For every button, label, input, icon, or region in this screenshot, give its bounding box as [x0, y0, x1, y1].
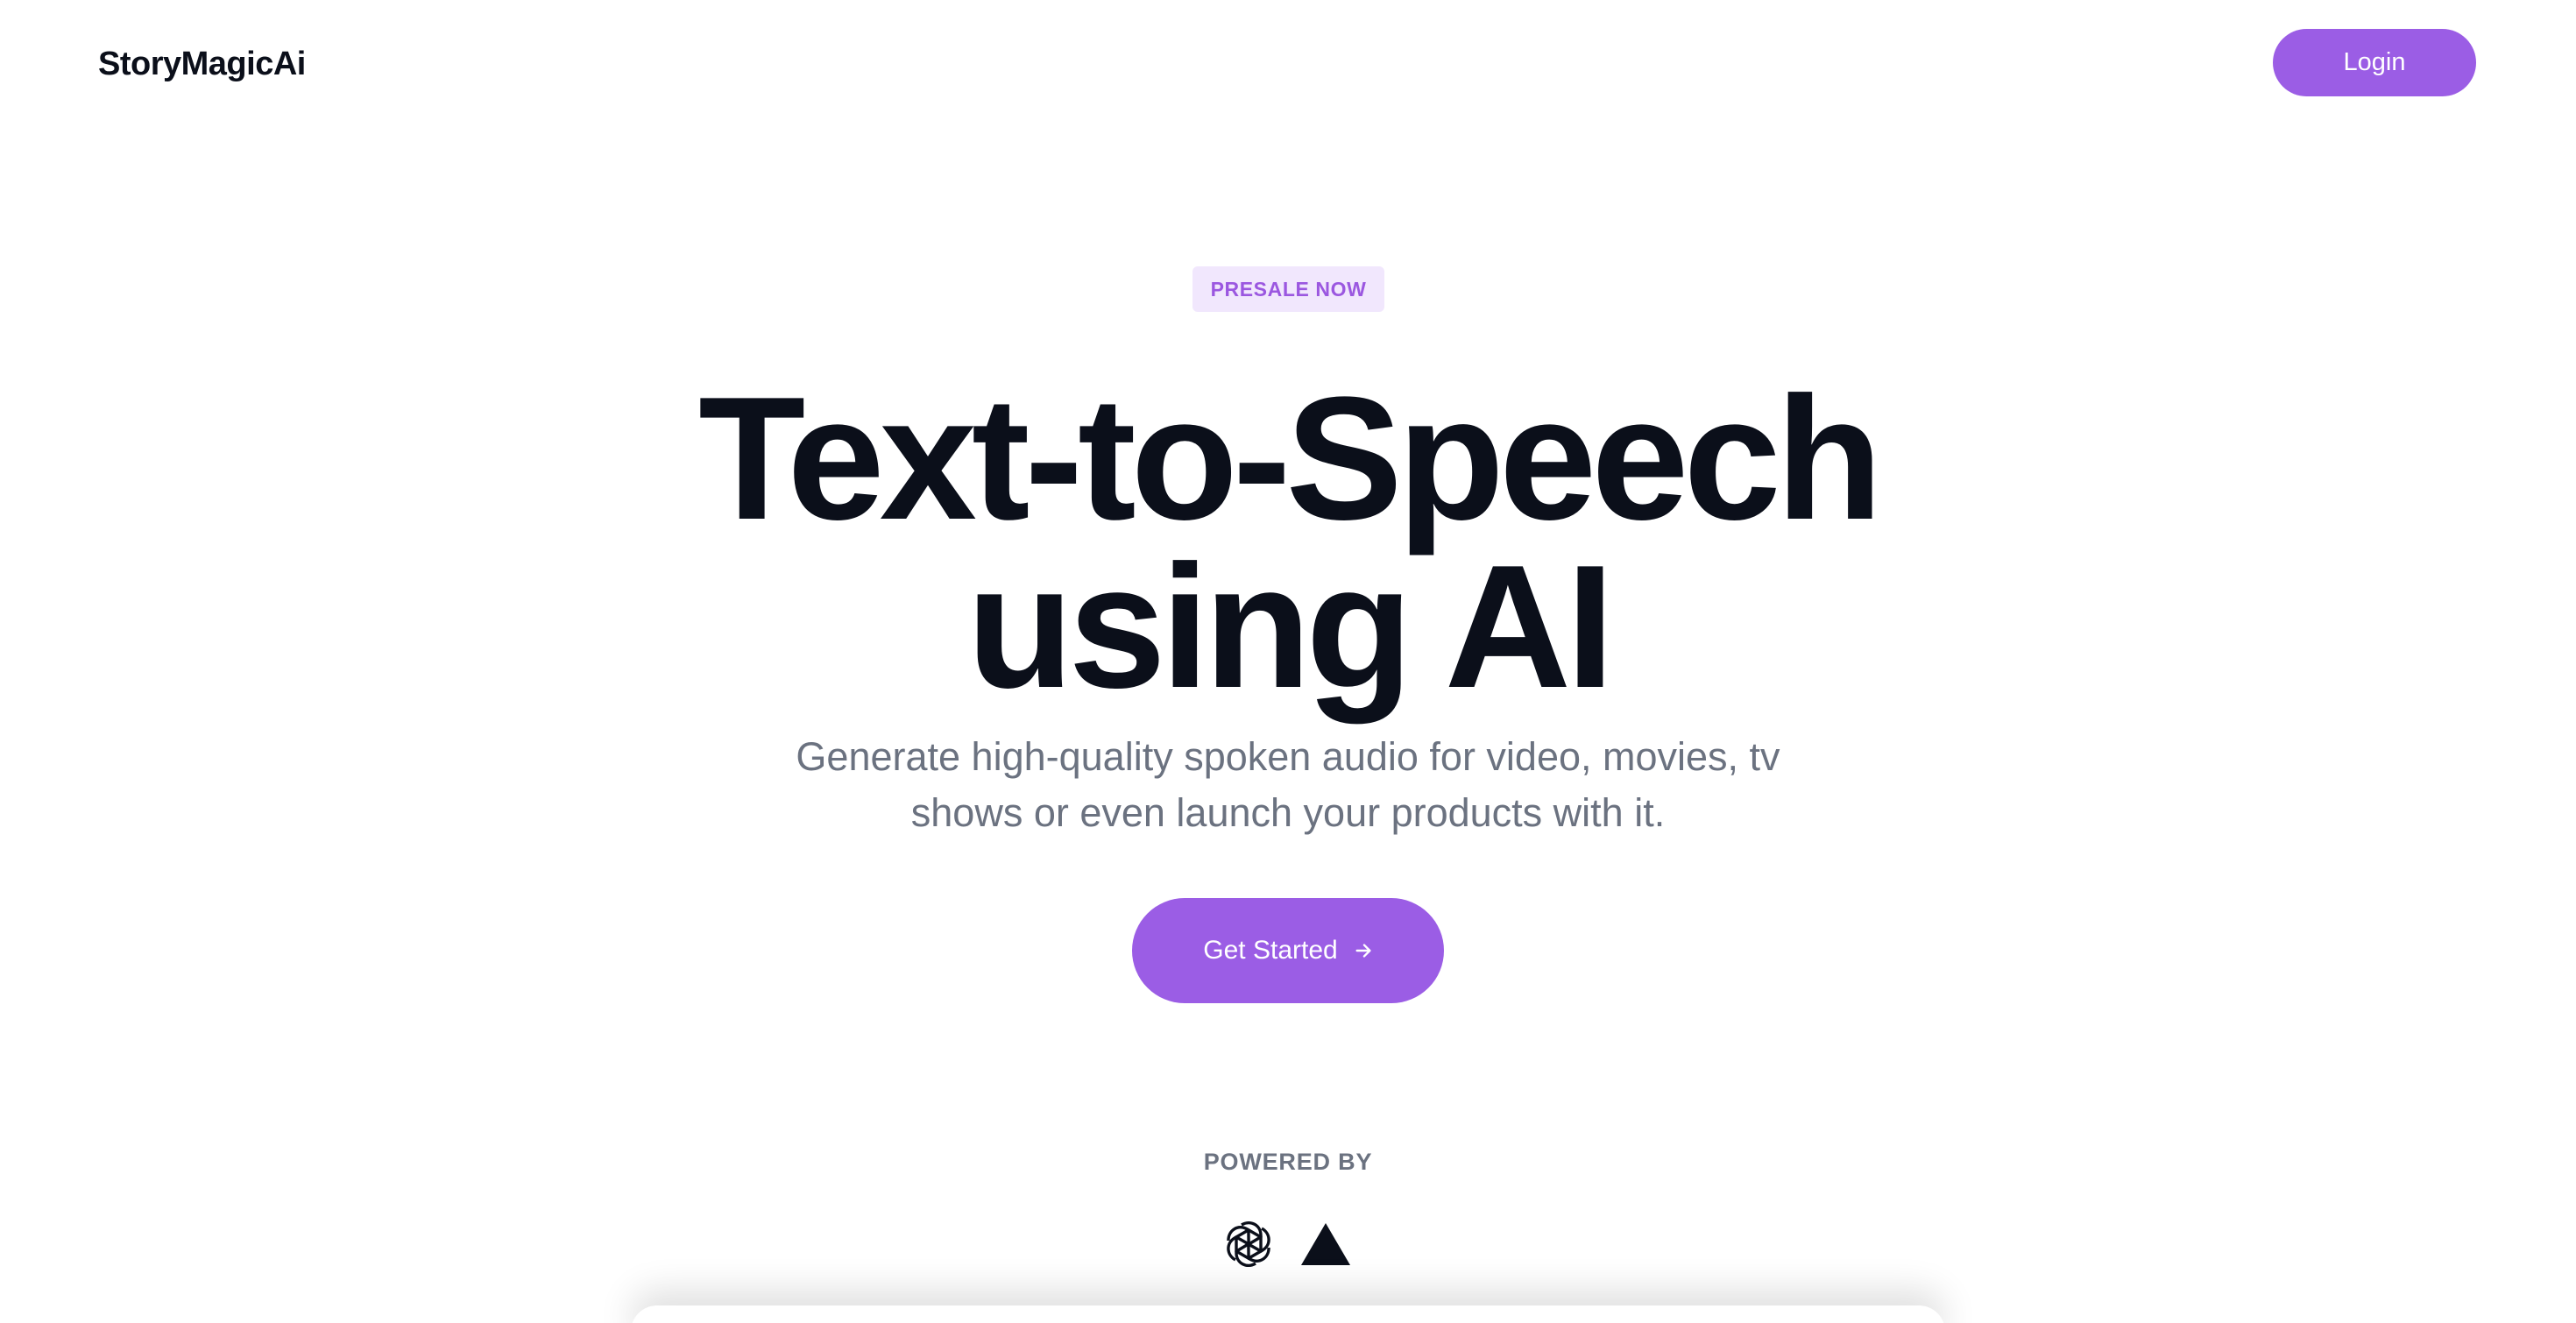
login-button[interactable]: Login — [2273, 29, 2476, 96]
get-started-label: Get Started — [1203, 936, 1338, 965]
hero-subtitle: Generate high-quality spoken audio for v… — [718, 729, 1858, 841]
hero-headline-line-1: Text-to-Speech — [698, 361, 1883, 556]
vercel-logo-icon — [1301, 1223, 1350, 1265]
powered-by-label: POWERED BY — [1203, 1149, 1373, 1175]
hero-headline-line-2: using AI — [966, 529, 1614, 725]
arrow-right-icon — [1354, 941, 1373, 960]
product-preview-edge — [631, 1305, 1945, 1323]
openai-logo-icon — [1222, 1218, 1275, 1270]
landing-page: StoryMagicAi Login PRESALE NOW Text-to-S… — [0, 0, 2576, 1323]
brand-logo-text[interactable]: StoryMagicAi — [98, 42, 306, 86]
get-started-button[interactable]: Get Started — [1132, 898, 1444, 1003]
hero-subtitle-line-2: shows or even launch your products with … — [910, 790, 1666, 835]
presale-badge: PRESALE NOW — [1192, 266, 1384, 312]
hero-subtitle-line-1: Generate high-quality spoken audio for v… — [796, 734, 1780, 779]
powered-by-logos — [1222, 1218, 1362, 1270]
